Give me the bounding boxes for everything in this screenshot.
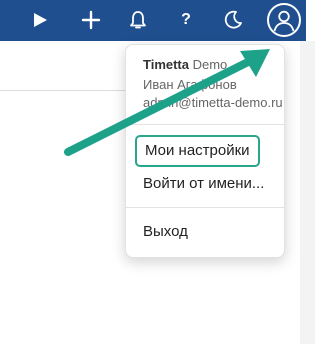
menu-item-my-settings[interactable]: Мои настройки [135, 135, 260, 167]
play-icon[interactable] [28, 8, 52, 32]
user-avatar-icon[interactable] [267, 3, 301, 37]
menu-divider [126, 124, 284, 125]
moon-icon[interactable] [221, 8, 245, 32]
menu-divider [126, 207, 284, 208]
plus-icon[interactable] [79, 8, 103, 32]
company-name-rest: Demo [189, 57, 228, 72]
bell-icon[interactable] [126, 8, 150, 32]
user-email: admin@timetta-demo.ru [143, 95, 283, 110]
top-navigation-bar: ? [0, 0, 315, 41]
user-info: Timetta Demo Иван Агафонов admin@timetta… [143, 57, 283, 112]
topbar-edge [306, 0, 315, 41]
company-name-bold: Timetta [143, 57, 189, 72]
content-divider [0, 90, 130, 91]
help-icon[interactable]: ? [174, 8, 198, 32]
company-name: Timetta Demo [143, 57, 283, 73]
user-name: Иван Агафонов [143, 77, 237, 92]
menu-item-logout[interactable]: Выход [143, 222, 188, 242]
user-menu-dropdown: Timetta Demo Иван Агафонов admin@timetta… [125, 44, 285, 258]
scroll-strip [300, 41, 315, 344]
menu-item-login-as[interactable]: Войти от имени... [143, 174, 264, 194]
